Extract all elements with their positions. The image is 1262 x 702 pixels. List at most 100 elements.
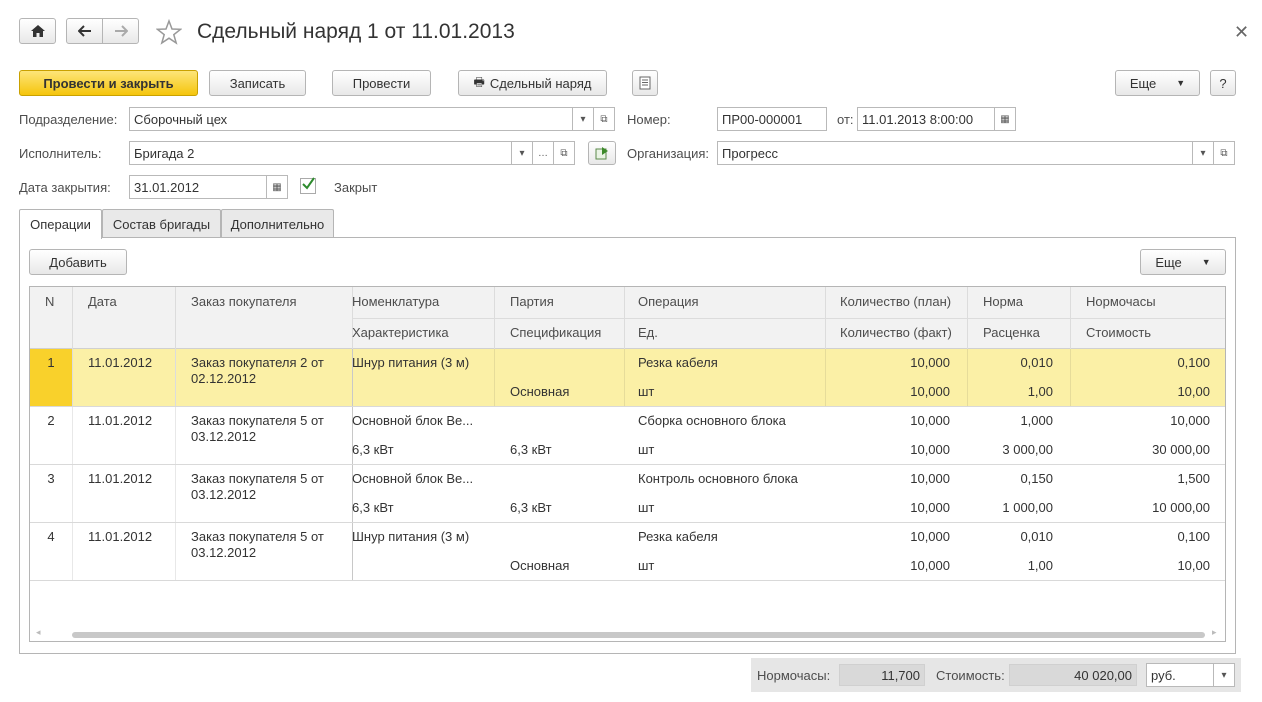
ellipsis-icon: … bbox=[538, 147, 548, 159]
cell-order-cont: 03.12.2012 bbox=[191, 487, 257, 502]
division-open-button[interactable]: ⧉ bbox=[594, 107, 615, 131]
close-date-field[interactable]: 31.01.2012 bbox=[129, 175, 267, 199]
cell-norm-hours: 0,100 bbox=[1177, 529, 1210, 544]
col-spec[interactable]: Спецификация bbox=[510, 325, 601, 340]
division-dropdown-button[interactable]: ▾ bbox=[573, 107, 594, 131]
chevron-down-icon: ▾ bbox=[519, 147, 525, 159]
closed-checkbox[interactable] bbox=[300, 177, 316, 194]
col-qty-fact[interactable]: Количество (факт) bbox=[840, 325, 952, 340]
open-link-icon: ⧉ bbox=[600, 113, 608, 125]
close-icon[interactable]: ✕ bbox=[1234, 22, 1249, 43]
division-field[interactable]: Сборочный цех bbox=[129, 107, 573, 131]
cell-cost: 10 000,00 bbox=[1152, 500, 1210, 515]
calendar-icon: ▦ bbox=[272, 181, 282, 193]
forward-button[interactable] bbox=[102, 18, 139, 44]
norm-hours-total-label: Нормочасы: bbox=[757, 668, 831, 683]
arrow-right-icon bbox=[114, 25, 128, 37]
cell-norm: 0,010 bbox=[1020, 355, 1053, 370]
cell-unit: шт bbox=[638, 442, 655, 457]
cell-qty-plan: 10,000 bbox=[910, 413, 950, 428]
executor-dropdown-button[interactable]: ▾ bbox=[512, 141, 533, 165]
favorite-star-icon[interactable] bbox=[155, 18, 183, 48]
cell-order: Заказ покупателя 5 от bbox=[191, 471, 324, 486]
col-batch[interactable]: Партия bbox=[510, 294, 554, 309]
document-icon bbox=[639, 76, 651, 90]
printer-icon: 🖶 bbox=[473, 74, 485, 89]
post-button[interactable]: Провести bbox=[332, 70, 431, 96]
executor-select-button[interactable]: … bbox=[533, 141, 554, 165]
currency-dropdown-button[interactable]: ▾ bbox=[1214, 663, 1235, 687]
col-date[interactable]: Дата bbox=[88, 294, 117, 309]
close-date-calendar-button[interactable]: ▦ bbox=[267, 175, 288, 199]
table-row[interactable]: 4 11.01.2012 Заказ покупателя 5 от 03.12.20… bbox=[30, 523, 1225, 581]
cell-spec: Основная bbox=[510, 384, 570, 399]
calendar-icon: ▦ bbox=[1000, 113, 1010, 125]
cell-norm-hours: 10,000 bbox=[1170, 413, 1210, 428]
cell-qty-fact: 10,000 bbox=[910, 558, 950, 573]
cell-order-cont: 03.12.2012 bbox=[191, 545, 257, 560]
cost-total-value: 40 020,00 bbox=[1009, 664, 1137, 686]
home-button[interactable] bbox=[19, 18, 56, 44]
more-menu-label: Еще bbox=[1129, 75, 1157, 91]
page-title: Сдельный наряд 1 от 11.01.2013 bbox=[197, 20, 515, 43]
col-norm[interactable]: Норма bbox=[983, 294, 1023, 309]
add-row-button[interactable]: Добавить bbox=[29, 249, 127, 275]
cell-order-cont: 03.12.2012 bbox=[191, 429, 257, 444]
cell-date: 11.01.2012 bbox=[88, 471, 153, 486]
col-unit[interactable]: Ед. bbox=[638, 325, 658, 340]
post-and-close-button[interactable]: Провести и закрыть bbox=[19, 70, 198, 96]
cell-qty-plan: 10,000 bbox=[910, 471, 950, 486]
organization-dropdown-button[interactable]: ▾ bbox=[1193, 141, 1214, 165]
chevron-down-icon: ▼ bbox=[1201, 257, 1211, 267]
cell-n: 4 bbox=[47, 529, 55, 544]
cell-qty-fact: 10,000 bbox=[910, 442, 950, 457]
cell-operation: Резка кабеля bbox=[638, 529, 718, 544]
executor-open-button[interactable]: ⧉ bbox=[554, 141, 575, 165]
tab-operations[interactable]: Операции bbox=[19, 209, 102, 239]
help-button[interactable]: ? bbox=[1210, 70, 1236, 96]
table-row[interactable]: 1 11.01.2012 Заказ покупателя 2 от 02.12.20… bbox=[30, 349, 1225, 407]
cell-nomenclature: Основной блок Be... bbox=[352, 471, 474, 486]
currency-field[interactable]: руб. bbox=[1146, 663, 1214, 687]
more-menu-button[interactable]: Еще ▼ bbox=[1115, 70, 1200, 96]
close-date-label: Дата закрытия: bbox=[19, 180, 111, 195]
save-button[interactable]: Записать bbox=[209, 70, 306, 96]
date-calendar-button[interactable]: ▦ bbox=[995, 107, 1016, 131]
tab-brigade[interactable]: Состав бригады bbox=[102, 209, 221, 238]
number-field[interactable]: ПР00-000001 bbox=[717, 107, 827, 131]
organization-open-button[interactable]: ⧉ bbox=[1214, 141, 1235, 165]
cell-norm: 0,010 bbox=[1020, 529, 1053, 544]
scroll-right-icon[interactable]: ▸ bbox=[1212, 627, 1217, 638]
tab-additional[interactable]: Дополнительно bbox=[221, 209, 334, 238]
fill-brigade-button[interactable] bbox=[588, 141, 616, 165]
col-operation[interactable]: Операция bbox=[638, 294, 699, 309]
cell-operation: Резка кабеля bbox=[638, 355, 718, 370]
col-characteristic[interactable]: Характеристика bbox=[352, 325, 449, 340]
horizontal-scrollbar[interactable] bbox=[72, 632, 1205, 638]
operations-table[interactable]: N Дата Заказ покупателя Номенклатура Хар… bbox=[29, 286, 1226, 642]
arrow-left-icon bbox=[77, 25, 91, 37]
table-row[interactable]: 2 11.01.2012 Заказ покупателя 5 от 03.12.20… bbox=[30, 407, 1225, 465]
cell-qty-plan: 10,000 bbox=[910, 355, 950, 370]
executor-field[interactable]: Бригада 2 bbox=[129, 141, 512, 165]
print-button[interactable]: 🖶 Сдельный наряд bbox=[458, 70, 607, 96]
report-button[interactable] bbox=[632, 70, 658, 96]
col-norm-hours[interactable]: Нормочасы bbox=[1086, 294, 1156, 309]
col-n[interactable]: N bbox=[45, 294, 54, 309]
col-order[interactable]: Заказ покупателя bbox=[191, 294, 297, 309]
col-nomenclature[interactable]: Номенклатура bbox=[352, 294, 439, 309]
col-rate[interactable]: Расценка bbox=[983, 325, 1040, 340]
back-button[interactable] bbox=[66, 18, 103, 44]
table-more-button[interactable]: Еще ▼ bbox=[1140, 249, 1226, 275]
open-link-icon: ⧉ bbox=[1220, 147, 1228, 159]
home-icon bbox=[30, 25, 45, 37]
document-date-field[interactable]: 11.01.2013 8:00:00 bbox=[857, 107, 995, 131]
table-row[interactable]: 3 11.01.2012 Заказ покупателя 5 от 03.12.20… bbox=[30, 465, 1225, 523]
col-qty-plan[interactable]: Количество (план) bbox=[840, 294, 951, 309]
cell-qty-fact: 10,000 bbox=[910, 500, 950, 515]
col-cost[interactable]: Стоимость bbox=[1086, 325, 1151, 340]
print-button-label: Сдельный наряд bbox=[489, 75, 592, 91]
scroll-left-icon[interactable]: ◂ bbox=[36, 627, 41, 638]
organization-field[interactable]: Прогресс bbox=[717, 141, 1193, 165]
cell-characteristic: 6,3 кВт bbox=[352, 442, 394, 457]
